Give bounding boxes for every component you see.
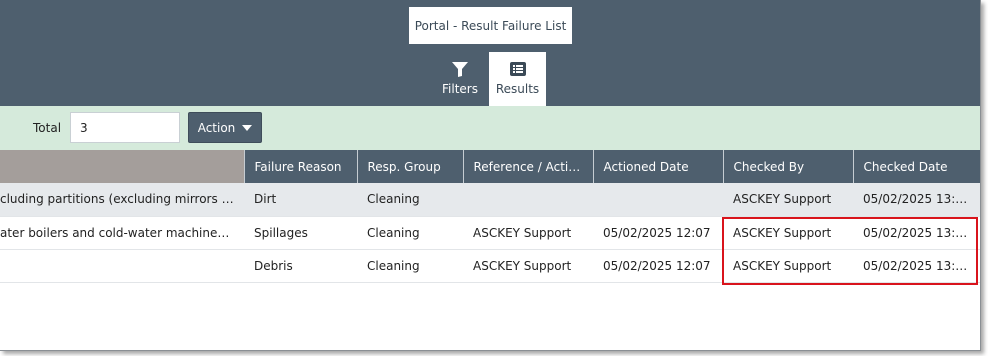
- action-label: Action: [197, 120, 236, 135]
- action-dropdown-button[interactable]: Action: [188, 112, 262, 143]
- tab-filters[interactable]: Filters: [433, 52, 487, 106]
- cell-actioned-date: 05/02/2025 12:07: [593, 249, 723, 283]
- cell-checked-by: ASCKEY Support: [723, 183, 853, 217]
- cell-checked-date: 05/02/2025 13:18: [853, 249, 980, 283]
- cell-reference: [463, 183, 593, 217]
- column-header-failure-reason[interactable]: Failure Reason: [244, 150, 358, 183]
- column-header-reference[interactable]: Reference / Actio...: [463, 150, 594, 183]
- list-icon: [509, 60, 526, 78]
- header-bar: Portal - Result Failure List Filters Res…: [0, 0, 980, 106]
- results-table: Failure Reason Resp. Group Reference / A…: [0, 150, 980, 283]
- tab-filters-label: Filters: [442, 82, 478, 96]
- cell-checked-date: 05/02/2025 13:18: [853, 216, 980, 250]
- caret-down-icon: [242, 124, 253, 131]
- table-row[interactable]: Debris Cleaning ASCKEY Support 05/02/202…: [0, 249, 980, 283]
- cell-failure-reason: Spillages: [244, 216, 357, 250]
- cell-reference: ASCKEY Support: [463, 216, 593, 250]
- column-header-checked-date[interactable]: Checked Date: [853, 150, 980, 183]
- cell-description: ater boilers and cold-water machines i..…: [0, 216, 244, 250]
- cell-description: [0, 249, 244, 283]
- cell-actioned-date: 05/02/2025 12:07: [593, 216, 723, 250]
- column-header-actioned-date[interactable]: Actioned Date: [593, 150, 724, 183]
- cell-checked-by: ASCKEY Support: [723, 249, 853, 283]
- cell-reference: ASCKEY Support: [463, 249, 593, 283]
- cell-failure-reason: Debris: [244, 249, 357, 283]
- cell-actioned-date: [593, 183, 723, 217]
- column-header-resp-group[interactable]: Resp. Group: [357, 150, 464, 183]
- cell-description: cluding partitions (excluding mirrors a.…: [0, 183, 244, 217]
- tab-results-label: Results: [495, 82, 540, 96]
- page-title: Portal - Result Failure List: [409, 7, 572, 44]
- cell-resp-group: Cleaning: [357, 249, 463, 283]
- total-label: Total: [33, 121, 62, 135]
- table-header-row: Failure Reason Resp. Group Reference / A…: [0, 150, 980, 183]
- total-field[interactable]: [70, 112, 180, 143]
- cell-failure-reason: Dirt: [244, 183, 357, 217]
- table-row[interactable]: cluding partitions (excluding mirrors a.…: [0, 183, 980, 217]
- cell-checked-date: 05/02/2025 13:17: [853, 183, 980, 217]
- column-header-checked-by[interactable]: Checked By: [723, 150, 854, 183]
- column-header-description[interactable]: [0, 150, 245, 183]
- cell-resp-group: Cleaning: [357, 216, 463, 250]
- cell-resp-group: Cleaning: [357, 183, 463, 217]
- cell-checked-by: ASCKEY Support: [723, 216, 853, 250]
- filter-icon: [451, 60, 469, 78]
- tab-results[interactable]: Results: [489, 52, 546, 106]
- table-row[interactable]: ater boilers and cold-water machines i..…: [0, 216, 980, 250]
- results-toolbar: Total Action: [0, 106, 980, 150]
- app-window: Portal - Result Failure List Filters Res…: [0, 0, 981, 351]
